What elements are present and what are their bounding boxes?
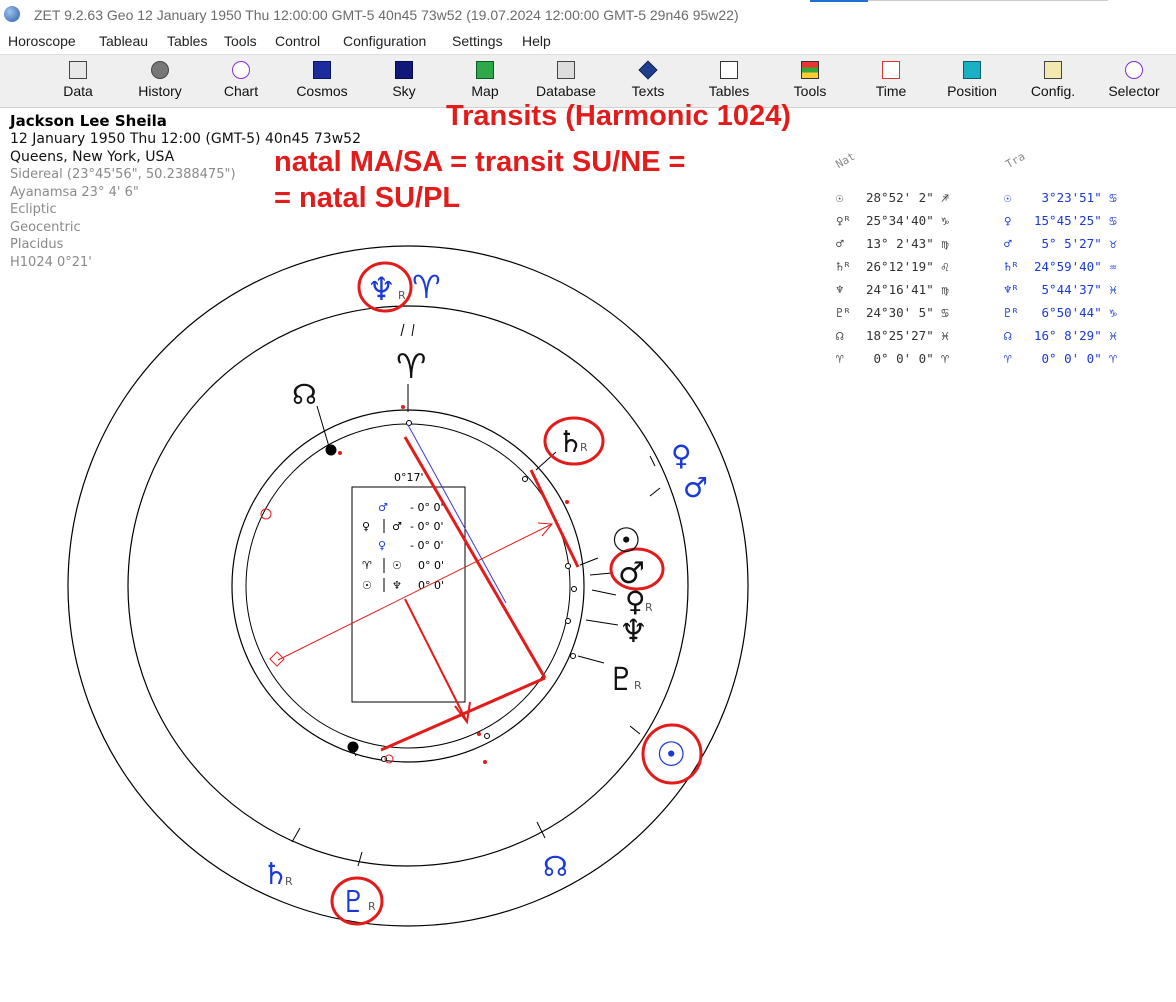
- table-row[interactable]: ♂ 13° 2'43" ♍ ♂ 5° 5'27" ♉: [836, 236, 1176, 259]
- transit-saturn-retro: R: [285, 875, 293, 888]
- nat-sun-value: 28°52' 2" ♐: [866, 190, 949, 205]
- table-row[interactable]: ♀ᴿ 25°34'40" ♑ ♀ 15°45'25" ♋: [836, 213, 1176, 236]
- tra-mars-value: 5° 5'27" ♉: [1034, 236, 1117, 251]
- table-row[interactable]: ♆ 24°16'41" ♍ ♆ᴿ 5°44'37" ♓: [836, 282, 1176, 305]
- transit-neptune-retro: R: [398, 289, 406, 302]
- nat-node-value: 18°25'27" ♓: [866, 328, 949, 343]
- natal-saturn-retro: R: [580, 441, 588, 454]
- natal-sun-icon[interactable]: ☉: [611, 521, 641, 561]
- mid-row-1-right: ♂: [378, 501, 388, 514]
- transit-node-icon[interactable]: ☊: [543, 850, 568, 883]
- natal-pluto-retro: R: [634, 679, 642, 692]
- transit-sun-icon[interactable]: ☉: [656, 735, 686, 775]
- tra-neptune-symbol: ♆ᴿ: [1004, 282, 1020, 297]
- tra-mars-symbol: ♂: [1004, 236, 1012, 251]
- annotation-line-2: = natal SU/PL: [274, 182, 461, 214]
- transit-pluto-retro: R: [368, 900, 376, 913]
- nat-mars-symbol: ♂: [836, 236, 844, 251]
- mid-row-3-right: ♀: [378, 539, 386, 552]
- mid-row-2-right: ♂: [392, 520, 402, 533]
- transit-pluto-icon[interactable]: ♇: [340, 885, 367, 920]
- mid-row-5-left: ☉: [362, 579, 372, 592]
- tra-aries-value: 0° 0' 0" ♈: [1034, 351, 1117, 366]
- natal-node-icon[interactable]: ☊: [292, 378, 317, 411]
- tra-sun-symbol: ☉: [1004, 190, 1012, 205]
- nat-mars-value: 13° 2'43" ♍: [866, 236, 949, 251]
- harmonic-value: H1024 0°21': [10, 254, 92, 270]
- nat-neptune-symbol: ♆: [836, 282, 844, 297]
- nat-sun-symbol: ☉: [836, 190, 844, 205]
- transit-mars-inner-icon[interactable]: ♂: [618, 556, 645, 591]
- tra-saturn-value: 24°59'40" ♒: [1034, 259, 1117, 274]
- tra-pluto-value: 6°50'44" ♑: [1034, 305, 1117, 320]
- mid-row-2-left: ♀: [362, 520, 370, 533]
- tra-node-value: 16° 8'29" ♓: [1034, 328, 1117, 343]
- transit-aries-icon[interactable]: ♈: [412, 268, 441, 306]
- mid-row-3-value: - 0° 0': [410, 539, 443, 552]
- table-row[interactable]: ☊ 18°25'27" ♓ ☊ 16° 8'29" ♓: [836, 328, 1176, 351]
- mid-row-5-value: 0° 0': [418, 579, 444, 592]
- orb-label: 0°17': [394, 471, 424, 484]
- tra-sun-value: 3°23'51" ♋: [1034, 190, 1117, 205]
- nat-aries-value: 0° 0' 0" ♈: [866, 351, 949, 366]
- nat-venus-symbol: ♀ᴿ: [836, 213, 852, 228]
- tra-pluto-symbol: ♇ᴿ: [1004, 305, 1020, 320]
- tra-venus-symbol: ♀: [1004, 213, 1012, 228]
- mid-row-5-right: ♆: [392, 579, 402, 592]
- mid-row-4-right: ☉: [392, 559, 402, 572]
- tra-venus-value: 15°45'25" ♋: [1034, 213, 1117, 228]
- nat-saturn-value: 26°12'19" ♌: [866, 259, 949, 274]
- house-system: Placidus: [10, 237, 64, 252]
- annotation-line-1: natal MA/SA = transit SU/NE =: [274, 146, 686, 178]
- mid-row-2-value: - 0° 0': [410, 520, 443, 533]
- center-type: Geocentric: [10, 219, 81, 235]
- south-node-dot: [347, 741, 359, 753]
- natal-node-dot: [325, 444, 337, 456]
- natal-neptune-icon[interactable]: ♆: [619, 612, 648, 650]
- transit-neptune-icon[interactable]: ♆: [367, 270, 396, 308]
- mid-row-1-value: - 0° 0': [410, 501, 443, 514]
- table-row[interactable]: ♄ᴿ 26°12'19" ♌ ♄ᴿ 24°59'40" ♒: [836, 259, 1176, 282]
- nat-saturn-symbol: ♄ᴿ: [836, 259, 852, 274]
- nat-neptune-value: 24°16'41" ♍: [866, 282, 949, 297]
- mid-row-4-left: ♈: [362, 559, 372, 572]
- tra-node-symbol: ☊: [1004, 328, 1012, 343]
- tra-saturn-symbol: ♄ᴿ: [1004, 259, 1020, 274]
- natal-aries-icon[interactable]: ♈: [396, 347, 426, 387]
- nat-pluto-symbol: ♇ᴿ: [836, 305, 852, 320]
- transit-mars-icon[interactable]: ♂: [683, 471, 708, 504]
- table-row[interactable]: ♇ᴿ 24°30' 5" ♋ ♇ᴿ 6°50'44" ♑: [836, 305, 1176, 328]
- tra-aries-symbol: ♈: [1004, 351, 1012, 366]
- nat-venus-value: 25°34'40" ♑: [866, 213, 949, 228]
- mid-row-4-value: 0° 0': [418, 559, 444, 572]
- table-row[interactable]: ♈ 0° 0' 0" ♈ ♈ 0° 0' 0" ♈: [836, 351, 1176, 374]
- transit-venus-icon[interactable]: ♀: [671, 439, 692, 472]
- nat-pluto-value: 24°30' 5" ♋: [866, 305, 949, 320]
- nat-aries-symbol: ♈: [836, 351, 844, 366]
- annotation-title: Transits (Harmonic 1024): [446, 100, 791, 132]
- table-row[interactable]: ☉ 28°52' 2" ♐ ☉ 3°23'51" ♋: [836, 190, 1176, 213]
- natal-pluto-icon[interactable]: ♇: [607, 660, 636, 698]
- tra-neptune-value: 5°44'37" ♓: [1034, 282, 1117, 297]
- person-name: Jackson Lee Sheila: [10, 112, 167, 130]
- nat-node-symbol: ☊: [836, 328, 844, 343]
